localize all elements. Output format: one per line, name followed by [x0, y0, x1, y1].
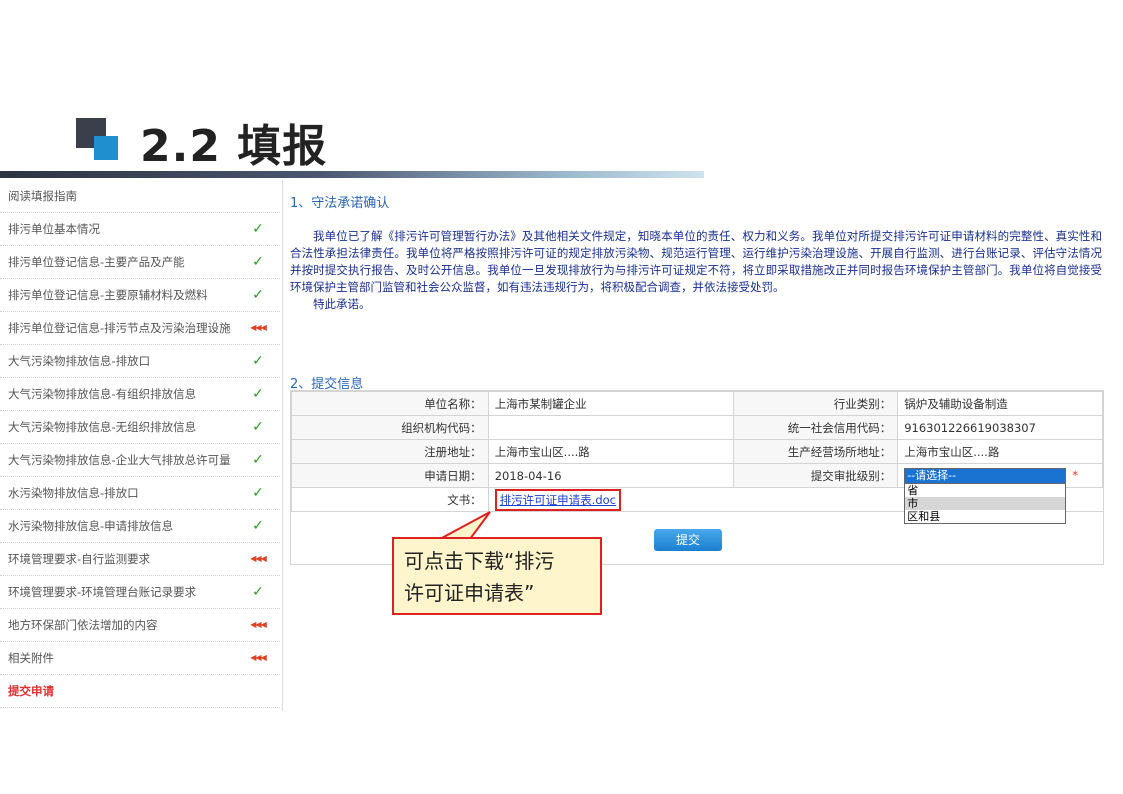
sidebar-item-label: 大气污染物排放信息-排放口	[8, 354, 151, 368]
sidebar-item-label: 大气污染物排放信息-有组织排放信息	[8, 387, 197, 401]
sidebar-item[interactable]: 阅读填报指南	[0, 180, 280, 213]
pending-arrows-icon: ◀◀◀	[250, 323, 266, 332]
required-mark: *	[1072, 467, 1078, 482]
sidebar-item[interactable]: 排污单位登记信息-主要原辅材料及燃料 ✓	[0, 279, 280, 312]
sidebar-item-label: 提交申请	[8, 684, 54, 698]
check-icon: ✓	[252, 353, 264, 369]
sidebar-item-label: 阅读填报指南	[8, 189, 77, 203]
sidebar-item[interactable]: 大气污染物排放信息-排放口 ✓	[0, 345, 280, 378]
check-icon: ✓	[252, 518, 264, 534]
check-icon: ✓	[252, 584, 264, 600]
check-icon: ✓	[252, 386, 264, 402]
title-underline-bar	[0, 171, 704, 178]
table-row: 单位名称： 上海市某制罐企业 行业类别： 锅炉及辅助设备制造	[291, 391, 1103, 416]
select-option-list: 省市区和县	[904, 482, 1067, 524]
check-icon: ✓	[252, 485, 264, 501]
sidebar-item-label: 大气污染物排放信息-无组织排放信息	[8, 420, 197, 434]
sidebar-item[interactable]: 大气污染物排放信息-企业大气排放总许可量 ✓	[0, 444, 280, 477]
select-option[interactable]: 市	[905, 496, 1066, 510]
field-value: 锅炉及辅助设备制造	[897, 391, 1103, 416]
select-current-option[interactable]: --请选择--	[904, 467, 1067, 484]
field-label: 统一社会信用代码：	[732, 415, 899, 440]
sidebar-item[interactable]: 排污单位登记信息-排污节点及污染治理设施 ◀◀◀	[0, 312, 280, 345]
promise-paragraph: 我单位已了解《排污许可管理暂行办法》及其他相关文件规定，知晓本单位的责任、权力和…	[290, 229, 1102, 294]
callout-line-1: 可点击下载“排污	[404, 549, 555, 573]
sidebar-item-label: 排污单位基本情况	[8, 222, 100, 236]
field-value: 上海市宝山区....路	[897, 439, 1103, 464]
sidebar-item[interactable]: 水污染物排放信息-排放口 ✓	[0, 477, 280, 510]
sidebar-item-label: 排污单位登记信息-主要产品及产能	[8, 255, 185, 269]
field-value: 2018-04-16	[487, 463, 734, 488]
field-label: 申请日期：	[291, 463, 489, 488]
download-hint-callout: 可点击下载“排污 许可证申请表”	[392, 537, 602, 615]
sidebar-item[interactable]: 排污单位登记信息-主要产品及产能 ✓	[0, 246, 280, 279]
field-label: 注册地址：	[291, 439, 489, 464]
check-icon: ✓	[252, 221, 264, 237]
sidebar-item[interactable]: 大气污染物排放信息-无组织排放信息 ✓	[0, 411, 280, 444]
promise-text-block: 我单位已了解《排污许可管理暂行办法》及其他相关文件规定，知晓本单位的责任、权力和…	[290, 228, 1102, 313]
check-icon: ✓	[252, 287, 264, 303]
approval-level-select[interactable]: --请选择-- 省市区和县	[904, 467, 1067, 524]
field-value: 上海市某制罐企业	[487, 391, 734, 416]
table-row: 组织机构代码： 统一社会信用代码： 916301226619038307	[291, 415, 1103, 440]
slide-title: 2.2 填报	[140, 121, 328, 172]
field-value: 上海市宝山区....路	[487, 439, 734, 464]
section-title-promise: 1、守法承诺确认	[290, 196, 390, 211]
sidebar-item-label: 环境管理要求-环境管理台账记录要求	[8, 585, 197, 599]
table-row: 申请日期： 2018-04-16 提交审批级别： --请选择-- 省市区和县 *	[291, 463, 1103, 524]
sidebar-item[interactable]: 提交申请	[0, 675, 280, 708]
sidebar-nav: 阅读填报指南 排污单位基本情况 ✓ 排污单位登记信息-主要产品及产能 ✓ 排污单位登记信息…	[0, 180, 283, 711]
sidebar-item[interactable]: 大气污染物排放信息-有组织排放信息 ✓	[0, 378, 280, 411]
select-option[interactable]: 区和县	[905, 510, 1065, 523]
check-icon: ✓	[252, 254, 264, 270]
field-value: 916301226619038307	[897, 415, 1103, 440]
sidebar-item[interactable]: 排污单位基本情况 ✓	[0, 213, 280, 246]
callout-line-2: 许可证申请表”	[404, 581, 535, 605]
sidebar-item-label: 水污染物排放信息-申请排放信息	[8, 519, 174, 533]
sidebar-item[interactable]: 地方环保部门依法增加的内容 ◀◀◀	[0, 609, 280, 642]
table-row: 注册地址： 上海市宝山区....路 生产经营场所地址： 上海市宝山区....路	[291, 439, 1103, 464]
sidebar-item[interactable]: 相关附件 ◀◀◀	[0, 642, 280, 675]
sidebar-item-label: 排污单位登记信息-排污节点及污染治理设施	[8, 321, 231, 335]
sidebar-item[interactable]: 水污染物排放信息-申请排放信息 ✓	[0, 510, 280, 543]
field-label: 提交审批级别：	[732, 463, 899, 488]
download-application-link[interactable]: 排污许可证申请表.doc	[494, 488, 622, 511]
doc-label: 文书：	[291, 487, 489, 512]
logo-square-blue	[94, 136, 118, 160]
pending-arrows-icon: ◀◀◀	[250, 620, 266, 629]
field-value	[487, 415, 734, 440]
sidebar-item-label: 相关附件	[8, 651, 54, 665]
sidebar-item-label: 大气污染物排放信息-企业大气排放总许可量	[8, 453, 231, 467]
select-option[interactable]: 省	[905, 484, 1065, 497]
sidebar-item-label: 环境管理要求-自行监测要求	[8, 552, 151, 566]
sidebar-item[interactable]: 环境管理要求-环境管理台账记录要求 ✓	[0, 576, 280, 609]
field-label: 生产经营场所地址：	[732, 439, 899, 464]
check-icon: ✓	[252, 452, 264, 468]
sidebar-item-label: 排污单位登记信息-主要原辅材料及燃料	[8, 288, 208, 302]
approval-level-cell: --请选择-- 省市区和县 *	[897, 463, 1103, 524]
field-label: 单位名称：	[291, 391, 489, 416]
pending-arrows-icon: ◀◀◀	[250, 554, 266, 563]
field-label: 行业类别：	[732, 391, 899, 416]
submit-info-table: 单位名称： 上海市某制罐企业 行业类别： 锅炉及辅助设备制造 组织机构代码： 统一社会信用…	[291, 391, 1103, 524]
sidebar-item-label: 水污染物排放信息-排放口	[8, 486, 139, 500]
submit-button[interactable]: 提交	[654, 529, 722, 551]
field-label: 组织机构代码：	[291, 415, 489, 440]
promise-closing: 特此承诺。	[313, 297, 371, 311]
sidebar-item[interactable]: 环境管理要求-自行监测要求 ◀◀◀	[0, 543, 280, 576]
pending-arrows-icon: ◀◀◀	[250, 653, 266, 662]
sidebar-item-label: 地方环保部门依法增加的内容	[8, 618, 158, 632]
check-icon: ✓	[252, 419, 264, 435]
